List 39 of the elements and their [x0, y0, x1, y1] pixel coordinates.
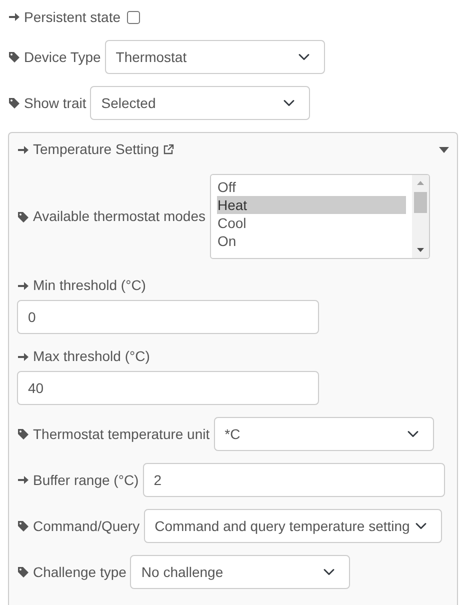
external-link-icon[interactable]	[163, 144, 174, 155]
arrow-right-icon	[17, 280, 29, 292]
field-label: Command/Query	[33, 516, 140, 536]
arrow-right-icon	[17, 350, 29, 362]
field-label: Device Type	[24, 48, 101, 67]
checkbox[interactable]	[126, 10, 140, 24]
tag-icon	[17, 566, 29, 578]
field-label: Thermostat temperature unit	[33, 424, 210, 444]
scrollbar[interactable]	[412, 175, 428, 258]
dropdown[interactable]: Thermostat	[104, 40, 325, 74]
list-option[interactable]: Cool	[216, 214, 406, 232]
dropdown[interactable]: No challenge	[130, 555, 350, 589]
field-label: Max threshold (°C)	[33, 347, 150, 366]
input-field[interactable]: 0	[17, 300, 319, 334]
tag-icon	[17, 428, 29, 440]
tag-icon	[8, 51, 20, 63]
dropdown[interactable]: Selected	[90, 86, 310, 120]
field-label: Show trait	[24, 94, 86, 112]
arrow-right-icon	[8, 11, 20, 23]
field-label: Available thermostat modes	[33, 207, 206, 226]
tag-icon	[8, 97, 20, 109]
input-field[interactable]: 2	[142, 463, 445, 497]
caret-down-icon[interactable]	[439, 146, 449, 152]
arrow-right-icon	[17, 144, 29, 156]
arrow-right-icon	[17, 474, 29, 486]
input-field[interactable]: 40	[17, 371, 319, 405]
tag-icon	[17, 520, 29, 532]
tag-icon	[17, 210, 29, 222]
panel-title[interactable]: Temperature Setting	[33, 139, 160, 160]
dropdown[interactable]: *C	[214, 417, 434, 451]
list-option[interactable]: Heat	[216, 196, 406, 214]
field-label: Challenge type	[33, 562, 126, 582]
field-label: Min threshold (°C)	[33, 276, 146, 295]
list-option[interactable]: On	[216, 232, 406, 250]
dropdown[interactable]: Command and query temperature setting	[144, 509, 442, 543]
field-label: Buffer range (°C)	[33, 470, 139, 490]
list-option[interactable]: Off	[216, 178, 406, 196]
mode-listbox[interactable]: Off Heat Cool On	[210, 174, 430, 259]
field-label: Persistent state	[24, 8, 120, 26]
